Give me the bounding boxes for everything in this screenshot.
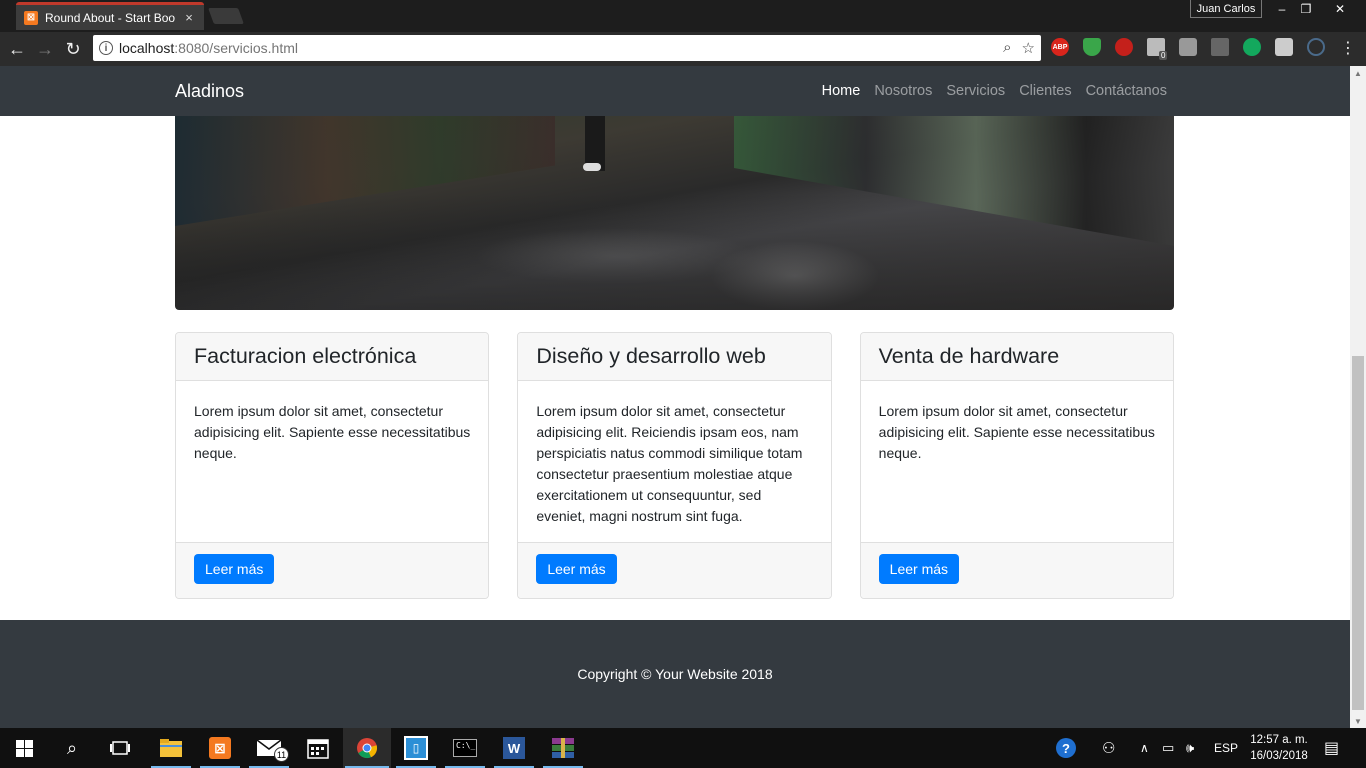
page-viewport: Aladinos Home Nosotros Servicios Cliente… (0, 66, 1350, 728)
ublock-icon[interactable] (1115, 38, 1133, 56)
adblock-plus-icon[interactable]: ABP (1051, 38, 1069, 56)
windows-taskbar: ⌕ ⊠ 11 ▯ C:\_ W ? ⚇ ∧ ▭ 🕪 ESP 12:57 a. m… (0, 728, 1366, 768)
tab-close-icon[interactable]: × (182, 10, 196, 25)
cube-extension-icon[interactable] (1275, 38, 1293, 56)
close-window-button[interactable]: ✕ (1328, 0, 1352, 18)
nav-home[interactable]: Home (822, 83, 861, 99)
scroll-down-icon[interactable]: ▼ (1350, 714, 1366, 728)
card-text: Lorem ipsum dolor sit amet, consectetur … (536, 403, 803, 524)
graffiti-wall-right (734, 116, 1174, 246)
tray-expand-icon[interactable]: ∧ (1140, 728, 1149, 768)
xampp-icon[interactable]: ⊠ (196, 728, 244, 768)
card-title: Diseño y desarrollo web (518, 333, 831, 381)
mail-badge: 11 (274, 747, 289, 762)
notification-icon[interactable]: ▤ (1324, 728, 1339, 768)
nav-nosotros[interactable]: Nosotros (874, 83, 932, 99)
bookmark-star-icon[interactable]: ☆ (1022, 39, 1035, 57)
service-cards: Facturacion electrónica Lorem ipsum dolo… (175, 332, 1174, 599)
shield-extension-icon[interactable] (1083, 38, 1101, 56)
card-footer: Leer más (518, 542, 831, 598)
terminal-icon[interactable]: C:\_ (441, 728, 489, 768)
url-host: localhost (119, 40, 175, 56)
xampp-favicon-icon: ⊠ (24, 10, 38, 25)
battery-icon[interactable]: ▭ (1162, 728, 1174, 768)
leer-mas-button[interactable]: Leer más (878, 554, 960, 584)
scroll-up-icon[interactable]: ▲ (1350, 66, 1366, 80)
card-title: Venta de hardware (860, 333, 1173, 381)
help-icon[interactable]: ? (1056, 728, 1076, 768)
windows-start-icon[interactable] (0, 728, 48, 768)
new-tab-button[interactable] (208, 8, 244, 24)
service-card: Diseño y desarrollo web Lorem ipsum dolo… (517, 332, 832, 599)
tab-title: Round About - Start Boo (45, 10, 176, 25)
clock-date: 16/03/2018 (1250, 750, 1308, 762)
winrar-icon[interactable] (539, 728, 587, 768)
nav-servicios[interactable]: Servicios (946, 83, 1005, 99)
address-bar[interactable]: i localhost:8080/servicios.html ⌕ ☆ (93, 35, 1041, 61)
word-icon[interactable]: W (490, 728, 538, 768)
tab-strip: ⊠ Round About - Start Boo × Juan Carlos … (0, 0, 1366, 32)
card-title: Facturacion electrónica (176, 333, 489, 381)
graffiti-wall-left (175, 116, 555, 226)
copyright-text: Copyright © Your Website 2018 (577, 666, 773, 682)
back-icon[interactable]: ← (6, 38, 28, 60)
hero-image (175, 116, 1174, 310)
file-explorer-icon[interactable] (147, 728, 195, 768)
service-card: Facturacion electrónica Lorem ipsum dolo… (175, 332, 490, 599)
editor-app-icon[interactable]: ▯ (392, 728, 440, 768)
volume-icon[interactable]: 🕪 (1186, 728, 1194, 768)
nav-links: Home Nosotros Servicios Clientes Contáct… (822, 83, 1167, 99)
service-card: Venta de hardware Lorem ipsum dolor sit … (859, 332, 1174, 599)
language-indicator[interactable]: ESP (1214, 728, 1238, 768)
menu-icon[interactable]: ⋮ (1340, 38, 1356, 58)
evernote-extension-icon[interactable] (1243, 38, 1261, 56)
card-text: Lorem ipsum dolor sit amet, consectetur … (878, 403, 1155, 461)
chrome-icon[interactable] (343, 728, 391, 768)
nav-contactanos[interactable]: Contáctanos (1086, 83, 1167, 99)
extension-badge: 0 (1159, 51, 1168, 60)
leer-mas-button[interactable]: Leer más (194, 554, 275, 584)
search-icon[interactable]: ⌕ (48, 728, 96, 768)
cloud-extension-icon[interactable] (1307, 38, 1325, 56)
system-clock[interactable]: 12:57 a. m. 16/03/2018 (1246, 732, 1312, 764)
card-footer: Leer más (176, 542, 489, 598)
info-icon[interactable]: i (99, 41, 113, 55)
page-scrollbar[interactable]: ▲ ▼ (1350, 66, 1366, 728)
minimize-button[interactable]: – (1270, 0, 1294, 18)
zoom-icon[interactable]: ⌕ (1003, 39, 1011, 57)
maximize-button[interactable]: ❐ (1294, 0, 1318, 18)
forward-icon[interactable]: → (34, 38, 56, 60)
site-footer: Copyright © Your Website 2018 (0, 620, 1350, 728)
card-text: Lorem ipsum dolor sit amet, consectetur … (194, 403, 471, 461)
scroll-thumb[interactable] (1352, 356, 1364, 710)
leer-mas-button[interactable]: Leer más (536, 554, 617, 584)
calendar-icon[interactable] (294, 728, 342, 768)
pdf-extension-icon[interactable] (1211, 38, 1229, 56)
tab-active[interactable]: ⊠ Round About - Start Boo × (16, 2, 204, 30)
site-navbar: Aladinos Home Nosotros Servicios Cliente… (0, 66, 1350, 116)
mail-icon[interactable]: 11 (245, 728, 293, 768)
person-shoe (583, 163, 601, 171)
reload-icon[interactable]: ↻ (62, 38, 84, 60)
card-footer: Leer más (860, 542, 1173, 598)
briefcase-extension-icon[interactable] (1179, 38, 1197, 56)
task-view-icon[interactable] (96, 728, 144, 768)
nav-clientes[interactable]: Clientes (1019, 83, 1071, 99)
url-path: :8080/servicios.html (174, 40, 298, 56)
clock-time: 12:57 a. m. (1250, 734, 1308, 746)
people-icon[interactable]: ⚇ (1102, 728, 1115, 768)
profile-button[interactable]: Juan Carlos (1190, 0, 1262, 18)
site-brand[interactable]: Aladinos (175, 81, 244, 102)
